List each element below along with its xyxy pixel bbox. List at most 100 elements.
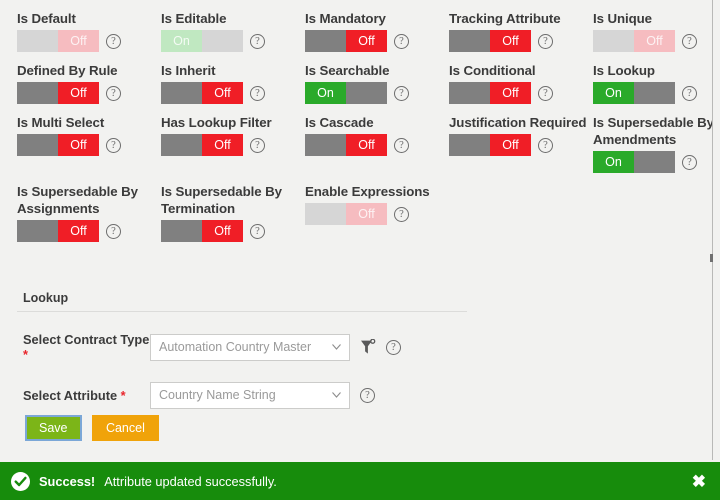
help-circle-icon[interactable]: ? <box>538 138 553 153</box>
help-circle-icon[interactable]: ? <box>106 34 121 49</box>
scrollbar-track[interactable] <box>713 0 720 460</box>
toggle-half-right: Off <box>202 82 243 104</box>
toggle-switch-is-multi-select[interactable]: Off <box>17 134 99 156</box>
toggle-half-right: Off <box>58 30 99 52</box>
help-circle-icon[interactable]: ? <box>250 34 265 49</box>
toggle-label: Defined By Rule <box>17 62 157 79</box>
toggle-row: Defined By RuleOff?Is InheritOff?Is Sear… <box>17 62 707 104</box>
help-circle-icon[interactable]: ? <box>394 34 409 49</box>
attribute-label-text: Select Attribute <box>23 388 117 403</box>
toggle-half-left <box>17 220 58 242</box>
toggle-row: Is Supersedable By AssignmentsOff?Is Sup… <box>17 183 707 242</box>
toggle-field-is-multi-select: Is Multi SelectOff? <box>17 114 161 156</box>
toggle-switch-is-unique: Off <box>593 30 675 52</box>
toggle-label: Is Mandatory <box>305 10 445 27</box>
toggle-switch-defined-by-rule[interactable]: Off <box>17 82 99 104</box>
help-circle-icon[interactable]: ? <box>538 34 553 49</box>
help-circle-icon[interactable]: ? <box>394 86 409 101</box>
toggle-field-justification-required: Justification RequiredOff? <box>449 114 593 156</box>
filter-funnel-icon[interactable] <box>360 339 376 356</box>
attribute-select[interactable]: Country Name String <box>150 382 350 409</box>
toggle-half-left <box>161 82 202 104</box>
help-circle-icon[interactable]: ? <box>106 138 121 153</box>
required-marker: * <box>23 347 28 362</box>
check-circle-icon <box>11 472 30 491</box>
toggle-field-is-default: Is DefaultOff? <box>17 10 161 52</box>
help-circle-icon[interactable]: ? <box>682 155 697 170</box>
help-circle-icon[interactable]: ? <box>106 86 121 101</box>
toggle-switch-is-conditional[interactable]: Off <box>449 82 531 104</box>
toggle-half-right <box>634 82 675 104</box>
toggle-half-left: On <box>305 82 346 104</box>
contract-type-select[interactable]: Automation Country Master <box>150 334 350 361</box>
toggle-line: Off? <box>161 134 301 156</box>
success-toast: Success! Attribute updated successfully.… <box>0 462 720 500</box>
toggle-line: Off? <box>449 134 589 156</box>
toggle-half-right: Off <box>346 134 387 156</box>
toggle-line: Off? <box>305 30 445 52</box>
toggle-switch-tracking-attribute[interactable]: Off <box>449 30 531 52</box>
toggle-switch-is-inherit[interactable]: Off <box>161 82 243 104</box>
toggle-half-left <box>17 82 58 104</box>
toggle-switch-is-lookup[interactable]: On <box>593 82 675 104</box>
toggle-half-left <box>17 134 58 156</box>
toggle-line: Off? <box>449 82 589 104</box>
toggle-switch-is-searchable[interactable]: On <box>305 82 387 104</box>
toggle-switch-justification-required[interactable]: Off <box>449 134 531 156</box>
toggle-switch-is-supersedable-by-amendments[interactable]: On <box>593 151 675 173</box>
cancel-button[interactable]: Cancel <box>92 415 159 441</box>
toggle-field-is-supersedable-by-amendments: Is Supersedable By AmendmentsOn? <box>593 114 713 173</box>
toggle-label: Tracking Attribute <box>449 10 589 27</box>
help-circle-icon[interactable]: ? <box>360 388 375 403</box>
save-button[interactable]: Save <box>25 415 82 441</box>
help-circle-icon[interactable]: ? <box>250 138 265 153</box>
toggle-label: Is Searchable <box>305 62 445 79</box>
toggle-row: Is DefaultOff?Is EditableOn?Is Mandatory… <box>17 10 707 52</box>
toggle-switch-has-lookup-filter[interactable]: Off <box>161 134 243 156</box>
toggle-label: Is Conditional <box>449 62 589 79</box>
toggle-line: Off? <box>17 82 157 104</box>
toggle-label: Is Lookup <box>593 62 713 79</box>
toggle-field-is-mandatory: Is Mandatory Off? <box>305 10 449 52</box>
attribute-settings-form: Is DefaultOff?Is EditableOn?Is Mandatory… <box>0 0 713 460</box>
help-circle-icon[interactable]: ? <box>250 86 265 101</box>
help-circle-icon[interactable]: ? <box>682 86 697 101</box>
lookup-section: Lookup Select Contract Type * Automation… <box>17 291 467 409</box>
toggle-half-right: Off <box>346 30 387 52</box>
toggle-half-left <box>305 30 346 52</box>
help-circle-icon[interactable]: ? <box>538 86 553 101</box>
close-icon[interactable]: ✖ <box>692 472 706 491</box>
help-circle-icon[interactable]: ? <box>394 138 409 153</box>
toggle-switch-is-editable: On <box>161 30 243 52</box>
toggle-half-left: On <box>161 30 202 52</box>
toggle-half-right: Off <box>202 220 243 242</box>
toggle-switch-is-supersedable-by-termination[interactable]: Off <box>161 220 243 242</box>
toggle-line: Off? <box>449 30 589 52</box>
toggle-field-enable-expressions: Enable ExpressionsOff? <box>305 183 449 225</box>
toggle-field-tracking-attribute: Tracking Attribute Off? <box>449 10 593 52</box>
help-circle-icon[interactable]: ? <box>394 207 409 222</box>
help-circle-icon[interactable]: ? <box>106 224 121 239</box>
scrollbar-thumb[interactable] <box>710 254 713 262</box>
toggle-field-is-supersedable-by-termination: Is Supersedable By TerminationOff? <box>161 183 305 242</box>
toggle-line: Off? <box>161 220 301 242</box>
toggle-switch-is-mandatory[interactable]: Off <box>305 30 387 52</box>
toggle-line: Off? <box>17 220 157 242</box>
help-circle-icon[interactable]: ? <box>250 224 265 239</box>
toggle-label: Is Inherit <box>161 62 301 79</box>
toggle-line: Off? <box>305 134 445 156</box>
toggle-half-left <box>449 134 490 156</box>
chevron-down-icon <box>332 392 340 397</box>
help-circle-icon[interactable]: ? <box>682 34 697 49</box>
toggle-field-is-lookup: Is Lookup On? <box>593 62 713 104</box>
toggle-label: Is Cascade <box>305 114 445 131</box>
toggle-half-right: Off <box>490 30 531 52</box>
toggle-switch-is-cascade[interactable]: Off <box>305 134 387 156</box>
toggle-switch-is-supersedable-by-assignments[interactable]: Off <box>17 220 99 242</box>
toggle-half-right: Off <box>490 134 531 156</box>
toggle-half-left <box>17 30 58 52</box>
toggle-half-right <box>634 151 675 173</box>
toggle-line: Off? <box>161 82 301 104</box>
toggle-half-left <box>161 134 202 156</box>
help-circle-icon[interactable]: ? <box>386 340 401 355</box>
